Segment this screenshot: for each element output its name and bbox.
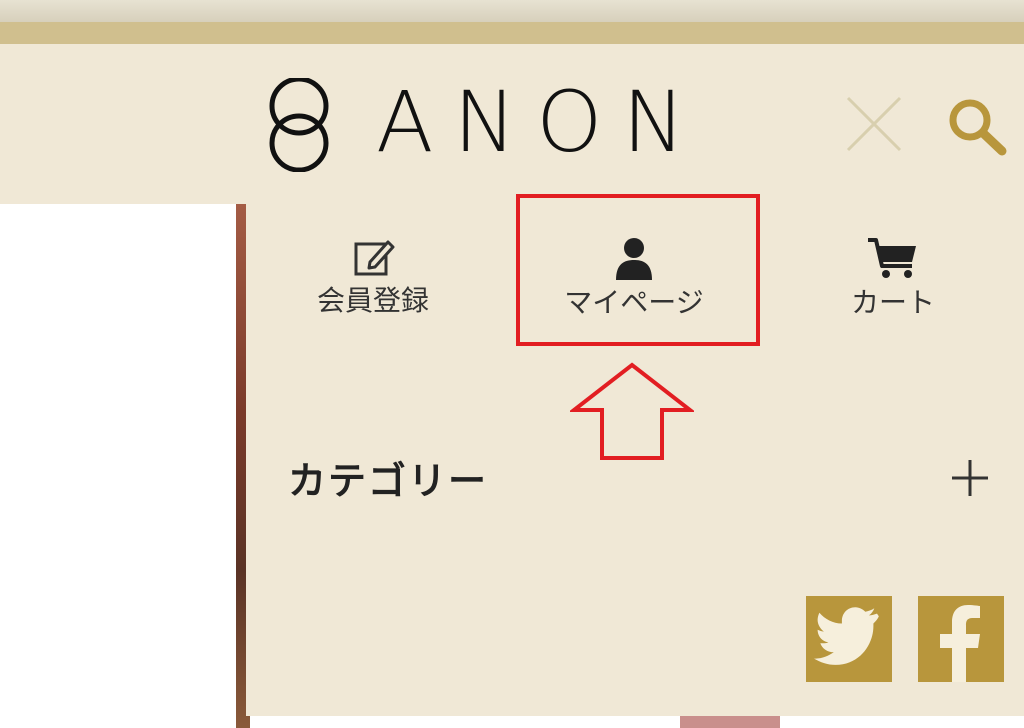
menu-item-cart-label: カート bbox=[850, 286, 935, 319]
facebook-button[interactable] bbox=[918, 596, 1004, 682]
twitter-icon bbox=[814, 607, 879, 665]
search-icon[interactable] bbox=[946, 96, 1008, 156]
edit-icon bbox=[354, 240, 395, 276]
cart-icon bbox=[868, 238, 916, 278]
facebook-icon bbox=[940, 605, 980, 682]
category-title[interactable]: カテゴリー bbox=[288, 450, 488, 505]
twitter-button[interactable] bbox=[806, 596, 892, 682]
menu-item-cart[interactable]: カート bbox=[836, 236, 950, 320]
brand-logo-text[interactable]: ANON bbox=[376, 80, 705, 164]
plus-icon[interactable] bbox=[950, 458, 990, 498]
highlight-box bbox=[516, 194, 760, 346]
menu-item-register[interactable]: 会員登録 bbox=[300, 236, 446, 318]
gold-top-bar bbox=[0, 22, 1024, 44]
up-arrow-icon bbox=[570, 362, 694, 460]
page-background bbox=[0, 204, 236, 728]
top-shade bbox=[0, 0, 1024, 22]
menu-item-register-label: 会員登録 bbox=[316, 284, 429, 317]
close-icon[interactable] bbox=[844, 94, 904, 154]
brand-logo-mark-icon[interactable] bbox=[262, 78, 336, 172]
